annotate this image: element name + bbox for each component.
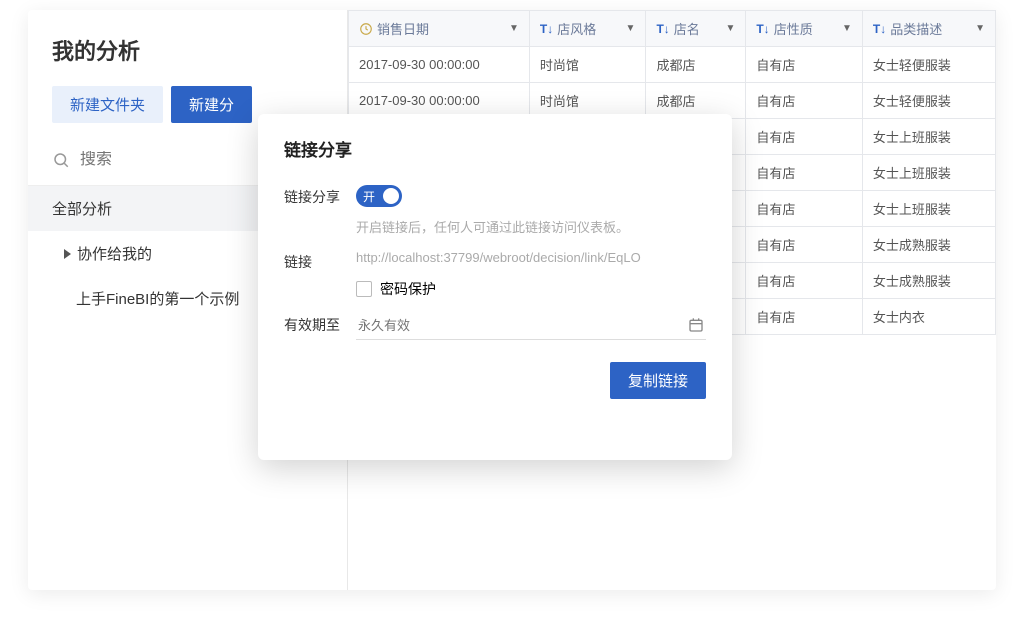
table-cell: 成都店 bbox=[646, 47, 746, 83]
nav-shared-label: 协作给我的 bbox=[77, 243, 152, 264]
toggle-knob-icon bbox=[383, 188, 399, 204]
share-link-modal: 链接分享 链接分享 开 开启链接后，任何人可通过此链接访问仪表板。 链接 htt… bbox=[258, 114, 732, 460]
text-type-icon: T↓ bbox=[873, 22, 886, 36]
password-protect-row: 密码保护 bbox=[356, 279, 706, 299]
table-cell: 自有店 bbox=[746, 299, 863, 335]
password-label: 密码保护 bbox=[380, 279, 436, 299]
table-cell: 女士轻便服装 bbox=[862, 83, 995, 119]
table-cell: 女士上班服装 bbox=[862, 119, 995, 155]
column-header[interactable]: 销售日期 ▼ bbox=[349, 11, 530, 47]
table-cell: 时尚馆 bbox=[529, 47, 646, 83]
toggle-on-text: 开 bbox=[363, 188, 375, 205]
column-header[interactable]: T↓ 店名 ▼ bbox=[646, 11, 746, 47]
column-header[interactable]: T↓ 店性质 ▼ bbox=[746, 11, 863, 47]
copy-link-button[interactable]: 复制链接 bbox=[610, 362, 706, 399]
link-row: 链接 http://localhost:37799/webroot/decisi… bbox=[284, 250, 706, 299]
chevron-down-icon[interactable]: ▼ bbox=[725, 23, 735, 34]
share-toggle-row: 链接分享 开 开启链接后，任何人可通过此链接访问仪表板。 bbox=[284, 185, 706, 236]
column-header-label: 店性质 bbox=[774, 19, 813, 38]
table-cell: 女士轻便服装 bbox=[862, 47, 995, 83]
chevron-down-icon[interactable]: ▼ bbox=[975, 23, 985, 34]
table-cell: 自有店 bbox=[746, 83, 863, 119]
text-type-icon: T↓ bbox=[656, 22, 669, 36]
column-header-label: 销售日期 bbox=[377, 19, 429, 38]
column-header-label: 店名 bbox=[674, 19, 700, 38]
table-cell: 女士成熟服装 bbox=[862, 263, 995, 299]
column-header[interactable]: T↓ 品类描述 ▼ bbox=[862, 11, 995, 47]
share-hint: 开启链接后，任何人可通过此链接访问仪表板。 bbox=[356, 217, 706, 236]
page-title: 我的分析 bbox=[28, 34, 347, 86]
column-header-label: 品类描述 bbox=[890, 19, 942, 38]
column-header-label: 店风格 bbox=[557, 19, 596, 38]
password-checkbox[interactable] bbox=[356, 281, 372, 297]
new-folder-button[interactable]: 新建文件夹 bbox=[52, 86, 163, 123]
text-type-icon: T↓ bbox=[756, 22, 769, 36]
share-url[interactable]: http://localhost:37799/webroot/decision/… bbox=[356, 250, 706, 265]
chevron-down-icon[interactable]: ▼ bbox=[626, 23, 636, 34]
clock-icon bbox=[359, 22, 373, 36]
calendar-icon[interactable] bbox=[688, 317, 704, 333]
share-toggle[interactable]: 开 bbox=[356, 185, 402, 207]
table-row[interactable]: 2017-09-30 00:00:00时尚馆成都店自有店女士轻便服装 bbox=[349, 47, 996, 83]
share-toggle-label: 链接分享 bbox=[284, 185, 356, 207]
link-label: 链接 bbox=[284, 250, 356, 272]
expire-input[interactable] bbox=[358, 318, 688, 333]
modal-footer: 复制链接 bbox=[284, 362, 706, 399]
table-cell: 女士内衣 bbox=[862, 299, 995, 335]
table-cell: 自有店 bbox=[746, 227, 863, 263]
expire-row: 有效期至 bbox=[284, 313, 706, 340]
new-analysis-button[interactable]: 新建分 bbox=[171, 86, 252, 123]
expire-label: 有效期至 bbox=[284, 313, 356, 335]
chevron-down-icon[interactable]: ▼ bbox=[842, 23, 852, 34]
modal-title: 链接分享 bbox=[284, 136, 706, 161]
table-cell: 自有店 bbox=[746, 119, 863, 155]
chevron-down-icon[interactable]: ▼ bbox=[509, 23, 519, 34]
table-cell: 自有店 bbox=[746, 155, 863, 191]
table-cell: 女士成熟服装 bbox=[862, 227, 995, 263]
search-icon bbox=[52, 151, 70, 169]
text-type-icon: T↓ bbox=[540, 22, 553, 36]
table-cell: 自有店 bbox=[746, 263, 863, 299]
table-cell: 自有店 bbox=[746, 47, 863, 83]
column-header[interactable]: T↓ 店风格 ▼ bbox=[529, 11, 646, 47]
table-cell: 自有店 bbox=[746, 191, 863, 227]
table-cell: 2017-09-30 00:00:00 bbox=[349, 47, 530, 83]
table-cell: 女士上班服装 bbox=[862, 191, 995, 227]
chevron-right-icon bbox=[64, 249, 71, 259]
table-cell: 女士上班服装 bbox=[862, 155, 995, 191]
expire-input-wrap bbox=[356, 313, 706, 340]
